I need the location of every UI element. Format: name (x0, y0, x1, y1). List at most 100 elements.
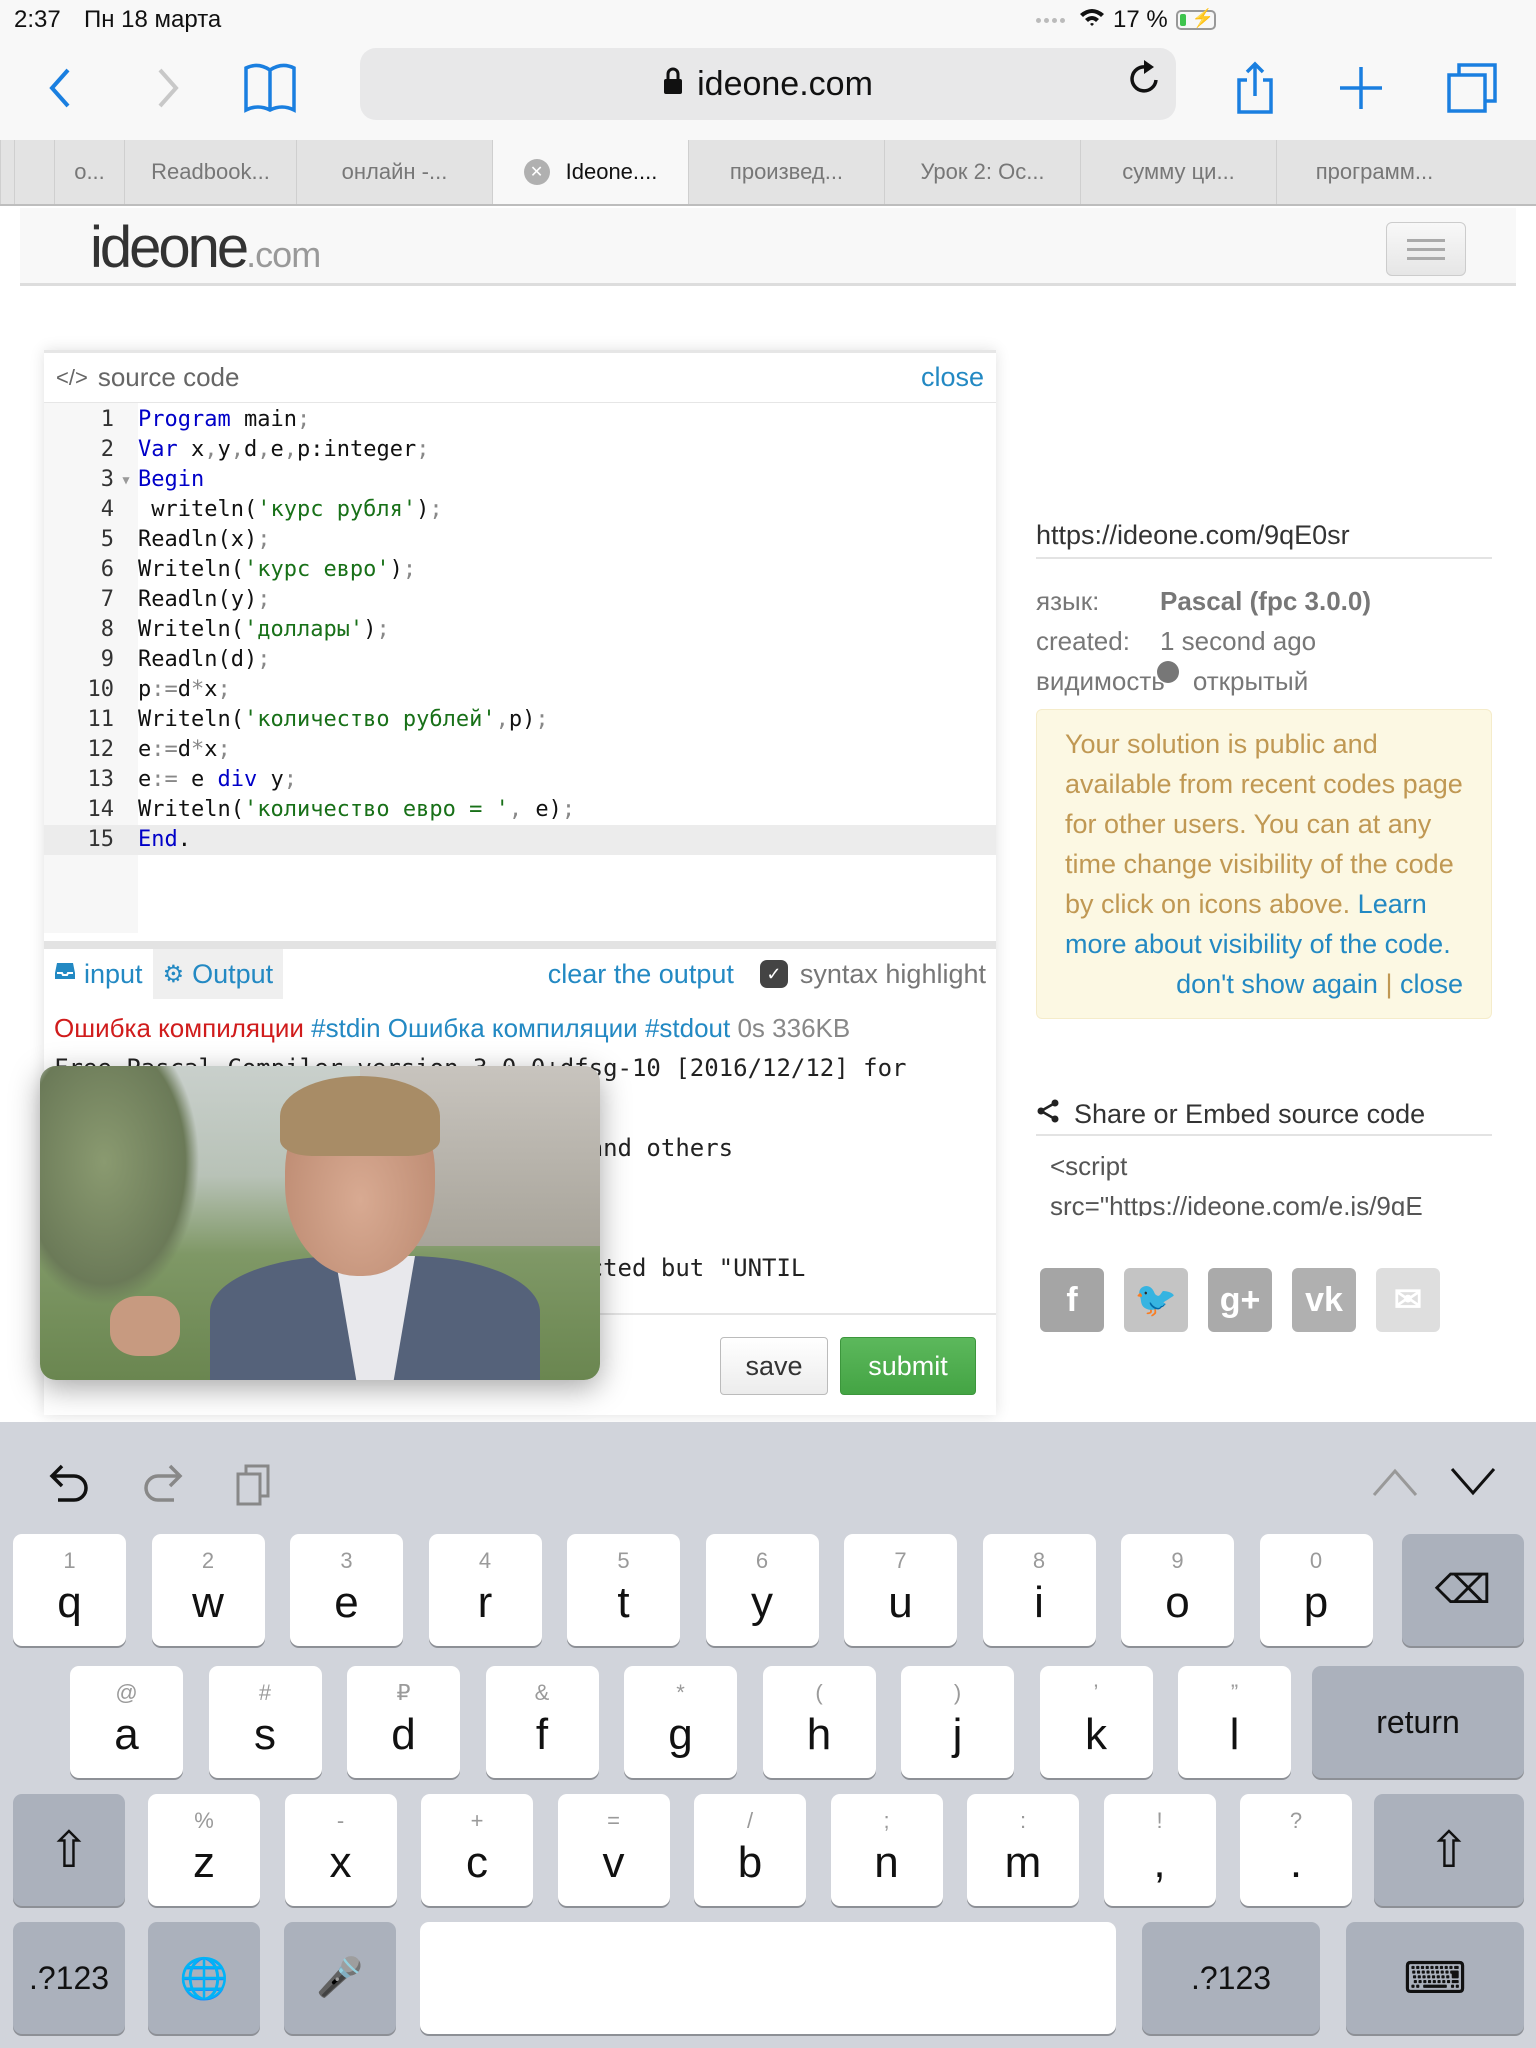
backspace-key[interactable]: ⌫ (1402, 1534, 1524, 1646)
code-line[interactable]: 10 p:=d*x; (44, 675, 996, 705)
share-icon[interactable] (1230, 60, 1280, 116)
syntax-highlight-checkbox[interactable]: ✓ (759, 960, 788, 988)
tab-item[interactable]: онлайн -... (296, 140, 492, 204)
tab-item[interactable]: Урок 2: Ос... (884, 140, 1080, 204)
key-q[interactable]: 1q (13, 1534, 126, 1646)
code-line[interactable]: 7 Readln(y); (44, 585, 996, 615)
key-f[interactable]: & f (485, 1666, 599, 1778)
globe-key[interactable]: 🌐 (148, 1922, 260, 2034)
key-p[interactable]: 0p (1259, 1534, 1373, 1646)
clear-output-link[interactable]: clear the output (548, 959, 734, 990)
tab-item[interactable]: сумму ци... (1080, 140, 1276, 204)
dont-show-again-link[interactable]: don't show again (1176, 969, 1378, 999)
tabs-icon[interactable] (1444, 60, 1500, 116)
picture-in-picture-video[interactable] (40, 1066, 600, 1380)
stdout-link[interactable]: #stdout (645, 1013, 730, 1043)
key-j[interactable]: ) j (901, 1666, 1014, 1778)
key-n[interactable]: ; n (830, 1794, 943, 1906)
submit-button[interactable]: submit (840, 1337, 976, 1395)
previous-field-icon[interactable] (1372, 1462, 1418, 1507)
back-icon[interactable] (40, 60, 80, 116)
key-e[interactable]: 3e (290, 1534, 403, 1646)
fold-arrow-icon[interactable]: ▼ (114, 465, 138, 495)
tab-item[interactable]: произвед... (688, 140, 884, 204)
key-.[interactable]: ?. (1240, 1794, 1352, 1906)
key-o[interactable]: 9o (1121, 1534, 1234, 1646)
email-share-button[interactable]: ✉ (1376, 1268, 1440, 1332)
redo-icon[interactable] (140, 1462, 184, 1518)
key-z[interactable]: % z (148, 1794, 260, 1906)
google-plus-share-button[interactable]: g+ (1208, 1268, 1272, 1332)
code-line[interactable]: 6 Writeln('курс евро'); (44, 555, 996, 585)
visibility-value[interactable]: открытый (1193, 661, 1308, 701)
code-line[interactable]: 14 Writeln('количество евро = ', e); (44, 795, 996, 825)
alert-close-link[interactable]: close (1400, 969, 1463, 999)
code-line[interactable]: 1 Program main; (44, 405, 996, 435)
site-logo[interactable]: ideone.com (90, 214, 321, 281)
editor-close-link[interactable]: close (921, 362, 984, 393)
close-tab-icon[interactable]: ✕ (523, 159, 550, 185)
code-editor[interactable]: 1 Program main; 2 Var x,y,d,e,p:integer; 3 ▼ B… (44, 403, 996, 933)
next-field-icon[interactable] (1450, 1462, 1496, 1507)
key-h[interactable]: (h (762, 1666, 876, 1778)
key-u[interactable]: 7u (844, 1534, 957, 1646)
new-tab-icon[interactable] (1336, 60, 1386, 116)
twitter-share-button[interactable]: 🐦 (1124, 1268, 1188, 1332)
menu-button[interactable] (1386, 222, 1466, 276)
code-line[interactable]: 12 e:=d*x; (44, 735, 996, 765)
code-line[interactable]: 15 End. (44, 825, 996, 855)
forward-icon[interactable] (148, 60, 188, 116)
shift-key-right[interactable]: ⇧ (1374, 1794, 1524, 1906)
key-x[interactable]: -x (284, 1794, 397, 1906)
bookmarks-icon[interactable] (240, 60, 300, 116)
code-line[interactable]: 11 Writeln('количество рублей',p); (44, 705, 996, 735)
key-,[interactable]: !, (1103, 1794, 1216, 1906)
hide-keyboard-key[interactable]: ⌨ (1346, 1922, 1524, 2034)
code-line[interactable]: 9 Readln(d); (44, 645, 996, 675)
key-v[interactable]: = v (557, 1794, 670, 1906)
key-m[interactable]: :m (967, 1794, 1079, 1906)
tab-item[interactable]: ✕ Ideone.... (492, 140, 688, 204)
return-key[interactable]: return (1312, 1666, 1524, 1778)
tab-input[interactable]: input (44, 949, 153, 999)
save-button[interactable]: save (720, 1337, 828, 1395)
key-w[interactable]: 2w (151, 1534, 265, 1646)
vk-share-button[interactable]: vk (1292, 1268, 1356, 1332)
code-line[interactable]: 5 Readln(x); (44, 525, 996, 555)
dictation-key[interactable]: 🎤 (284, 1922, 396, 2034)
code-line[interactable]: 8 Writeln('доллары'); (44, 615, 996, 645)
reload-icon[interactable] (1126, 58, 1162, 108)
key-b[interactable]: / b (694, 1794, 806, 1906)
facebook-share-button[interactable]: f (1040, 1268, 1104, 1332)
code-line[interactable]: 13 e:= e div y; (44, 765, 996, 795)
key-y[interactable]: 6y (705, 1534, 819, 1646)
key-g[interactable]: * g (624, 1666, 737, 1778)
code-line[interactable]: 3 ▼ Begin (44, 465, 996, 495)
key-c[interactable]: + c (421, 1794, 533, 1906)
space-bar[interactable] (420, 1922, 1116, 2034)
paste-icon[interactable] (234, 1462, 274, 1518)
tab-item[interactable] (14, 140, 54, 204)
tab-output[interactable]: ⚙ Output (152, 949, 284, 999)
shift-key-left[interactable]: ⇧ (13, 1794, 125, 1906)
key-k[interactable]: ’ k (1039, 1666, 1153, 1778)
key-t[interactable]: 5t (567, 1534, 680, 1646)
tab-item[interactable]: о... (54, 140, 124, 204)
address-bar[interactable]: ideone.com (360, 48, 1176, 120)
key-d[interactable]: ₽ d (347, 1666, 460, 1778)
key-r[interactable]: 4r (428, 1534, 542, 1646)
code-line[interactable]: 2 Var x,y,d,e,p:integer; (44, 435, 996, 465)
share-url[interactable]: https://ideone.com/9qE0sr (1036, 520, 1492, 559)
key-l[interactable]: ” l (1178, 1666, 1291, 1778)
undo-icon[interactable] (48, 1462, 92, 1518)
key-a[interactable]: @ a (70, 1666, 183, 1778)
key-s[interactable]: # s (208, 1666, 322, 1778)
tab-item[interactable] (0, 140, 14, 204)
embed-code-field[interactable]: <script src="https://ideone.com/e.js/9qE (1036, 1136, 1492, 1216)
numbers-key-left[interactable]: .?123 (13, 1922, 125, 2034)
code-line[interactable]: 4 writeln('курс рубля'); (44, 495, 996, 525)
stdin-link[interactable]: #stdin (311, 1013, 380, 1043)
numbers-key-right[interactable]: .?123 (1142, 1922, 1320, 2034)
tab-item[interactable]: Readbook... (124, 140, 296, 204)
tab-item[interactable]: программ... (1276, 140, 1472, 204)
